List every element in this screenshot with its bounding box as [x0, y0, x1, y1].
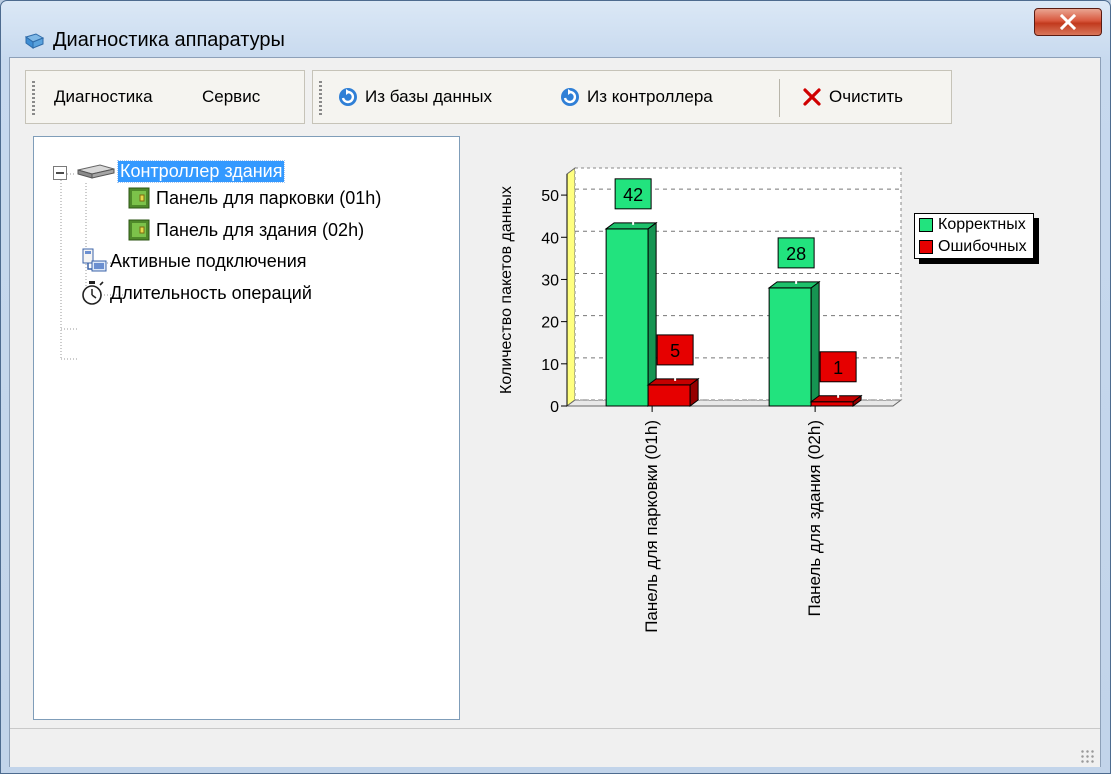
chart-legend: Корректных Ошибочных [914, 213, 1034, 259]
x-category-label: Панель для парковки (01h) [642, 420, 661, 633]
y-tick-label: 0 [550, 399, 559, 416]
refresh-icon [561, 88, 579, 106]
y-tick-label: 50 [541, 188, 559, 205]
tree-node-building-panel[interactable]: Панель для здания (02h) [126, 217, 366, 243]
menu-bar-grip[interactable] [32, 81, 35, 115]
load-from-database-label: Из базы данных [365, 87, 492, 106]
tree-node-parking-panel[interactable]: Панель для парковки (01h) [126, 185, 383, 211]
y-axis-label: Количество пакетов данных [498, 186, 515, 394]
toolbar-grip[interactable] [319, 81, 322, 115]
tree-node-operation-duration-label: Длительность операций [110, 282, 312, 303]
bar-top [809, 395, 863, 403]
controller-device-icon [77, 164, 115, 179]
network-connections-icon [82, 248, 107, 272]
menu-diagnostics[interactable]: Диагностика [54, 87, 153, 107]
menu-service[interactable]: Сервис [202, 87, 260, 107]
data-label: 42 [623, 185, 643, 205]
legend-item: Корректных [915, 214, 1033, 236]
x-category-label: Панель для здания (02h) [805, 420, 824, 617]
minus-box-icon [53, 166, 67, 180]
tree-node-operation-duration[interactable]: Длительность операций [78, 279, 314, 307]
panel-icon [128, 219, 150, 241]
y-tick-label: 20 [541, 315, 559, 332]
device-tree[interactable]: Контроллер здания Панель для парковки (0… [33, 136, 460, 720]
load-from-database-button[interactable]: Из базы данных [337, 83, 492, 111]
legend-swatch [919, 218, 933, 232]
y-tick-label: 10 [541, 357, 559, 374]
toolbar-separator [779, 79, 780, 117]
bar-side [810, 280, 820, 407]
bar-top [646, 378, 700, 386]
bar-correct [768, 287, 812, 407]
tree-node-controller[interactable]: Контроллер здания [74, 159, 286, 183]
clear-icon [803, 88, 821, 106]
hardware-app-icon [24, 33, 45, 49]
legend-swatch [919, 240, 933, 254]
clear-label: Очистить [829, 87, 904, 106]
legend-label: Корректных [938, 216, 1026, 233]
load-from-controller-button[interactable]: Из контроллера [559, 83, 713, 111]
bar-top [767, 281, 821, 289]
legend-item: Ошибочных [915, 236, 1033, 258]
stopwatch-icon [82, 281, 104, 305]
bar-side [647, 221, 657, 407]
diagnostics-window: Диагностика аппаратуры Диагностика Серви… [0, 0, 1111, 774]
bar-error [647, 384, 691, 407]
bar-top [604, 222, 658, 230]
action-toolbar: Из базы данных Из контроллера Очистить [312, 70, 952, 124]
close-icon [1059, 14, 1077, 30]
data-label: 28 [786, 244, 806, 264]
legend-label: Ошибочных [938, 238, 1027, 255]
status-bar [10, 728, 1100, 767]
tree-node-active-connections-label: Активные подключения [110, 250, 307, 271]
bar-error [810, 401, 854, 407]
panel-icon [128, 187, 150, 209]
tree-node-parking-panel-label: Панель для парковки (01h) [156, 187, 382, 208]
title-bar[interactable]: Диагностика аппаратуры [1, 1, 1110, 57]
chart-side-wall [566, 167, 576, 407]
clear-button[interactable]: Очистить [801, 83, 903, 111]
refresh-icon [339, 88, 357, 106]
y-tick-label: 40 [541, 230, 559, 247]
bar-correct [605, 228, 649, 407]
y-tick-label: 30 [541, 272, 559, 289]
chart-area: 0 10 20 30 40 50 Количество пакетов данных 42 5 П… [465, 136, 1097, 720]
tree-node-active-connections[interactable]: Активные подключения [78, 247, 309, 275]
tree-node-building-panel-label: Панель для здания (02h) [156, 219, 365, 240]
close-button[interactable] [1034, 8, 1102, 36]
data-label: 1 [833, 358, 843, 378]
load-from-controller-label: Из контроллера [587, 87, 713, 106]
window-title: Диагностика аппаратуры [53, 29, 285, 51]
client-area: Диагностика Сервис Из базы данных Из кон… [9, 57, 1101, 767]
resize-grip[interactable] [1080, 749, 1094, 763]
data-label: 5 [670, 341, 680, 361]
tree-expander[interactable] [53, 166, 68, 181]
tree-node-controller-label: Контроллер здания [116, 159, 286, 183]
menu-bar: Диагностика Сервис [25, 70, 305, 124]
